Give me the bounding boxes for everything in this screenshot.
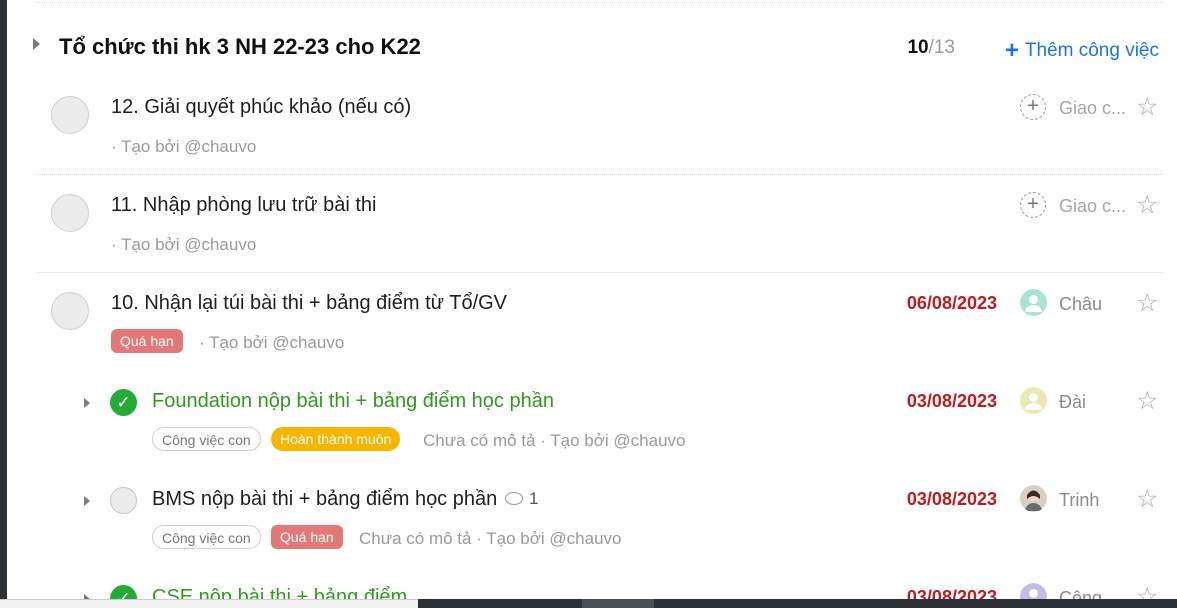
add-assignee-icon[interactable]: + [1020,94,1046,120]
group-collapse-icon[interactable] [33,38,40,50]
task-row[interactable]: 12. Giải quyết phúc khảo (nếu có) · Tạo … [0,86,1177,176]
subtask-row[interactable]: ✓ Foundation nộp bài thi + bảng điểm học… [0,380,1177,470]
assignee-name[interactable]: Châu [1059,294,1102,315]
group-progress-count: 10/13 [907,37,955,59]
task-title[interactable]: 10. Nhận lại túi bài thi + bảng điểm từ … [111,292,507,315]
star-outline-icon[interactable]: ☆ [1136,291,1158,316]
subtask-meta: Chưa có mô tả · Tạo bởi @chauvo [359,529,622,548]
avatar [1020,485,1047,512]
group-count-total: /13 [928,37,955,58]
task-meta: · Tạo bởi @chauvo [111,235,257,254]
divider [36,2,1163,3]
overdue-badge: Quá hạn [111,329,183,353]
subtask-row[interactable]: BMS nộp bài thi + bảng điểm học phần 1 C… [0,478,1177,568]
scrollbar-thumb[interactable] [582,599,654,608]
late-completion-badge: Hoàn thành muộn [271,427,401,451]
star-outline-icon[interactable]: ☆ [1136,487,1158,512]
group-count-done: 10 [907,37,929,58]
task-row[interactable]: 10. Nhận lại túi bài thi + bảng điểm từ … [0,282,1177,372]
avatar [1020,289,1047,316]
task-status-circle[interactable] [51,292,89,330]
star-outline-icon[interactable]: ☆ [1136,193,1158,218]
comment-count[interactable]: 1 [505,489,538,509]
due-date[interactable]: 03/08/2023 [907,489,997,510]
subtask-expand-icon[interactable] [84,398,90,408]
task-row[interactable]: 11. Nhập phòng lưu trữ bài thi · Tạo bởi… [0,184,1177,274]
add-assignee-icon[interactable]: + [1020,192,1046,218]
subtask-title[interactable]: BMS nộp bài thi + bảng điểm học phần [152,488,497,511]
task-group-header[interactable]: Tổ chức thi hk 3 NH 22-23 cho K22 10/13 … [0,24,1177,72]
star-outline-icon[interactable]: ☆ [1136,95,1158,120]
task-meta: · Tạo bởi @chauvo [111,137,257,156]
star-outline-icon[interactable]: ☆ [1136,389,1158,414]
scrollbar-track [0,599,418,608]
subtask-meta: Chưa có mô tả · Tạo bởi @chauvo [423,431,686,450]
add-task-label: Thêm công việc [1024,40,1159,61]
assignee-name[interactable]: Trinh [1059,490,1099,511]
row-divider [36,174,1163,175]
task-status-circle[interactable] [110,487,137,514]
avatar [1020,387,1047,414]
row-divider [36,272,1163,273]
plus-icon: + [1004,37,1019,64]
assignee-name[interactable]: Đài [1059,392,1086,413]
horizontal-scrollbar[interactable] [0,599,1177,608]
check-icon[interactable]: ✓ [110,389,137,416]
assign-label[interactable]: Giao c... [1059,196,1126,217]
subtask-expand-icon[interactable] [84,496,90,506]
group-title: Tổ chức thi hk 3 NH 22-23 cho K22 [59,34,421,59]
due-date[interactable]: 06/08/2023 [907,293,997,314]
due-date[interactable]: 03/08/2023 [907,391,997,412]
task-status-circle[interactable] [51,194,89,232]
task-title[interactable]: 11. Nhập phòng lưu trữ bài thi [111,194,376,217]
add-task-button[interactable]: + Thêm công việc [1004,35,1159,64]
assign-label[interactable]: Giao c... [1059,98,1126,119]
task-status-circle[interactable] [51,96,89,134]
subtask-title[interactable]: Foundation nộp bài thi + bảng điểm học p… [152,390,554,413]
subtask-type-badge: Công việc con [152,525,261,549]
subtask-type-badge: Công việc con [152,427,261,451]
overdue-badge: Quá hạn [271,525,343,549]
comment-icon [505,492,523,505]
task-title[interactable]: 12. Giải quyết phúc khảo (nếu có) [111,96,411,119]
comment-count-value: 1 [529,489,539,508]
task-meta: · Tạo bởi @chauvo [199,333,345,352]
